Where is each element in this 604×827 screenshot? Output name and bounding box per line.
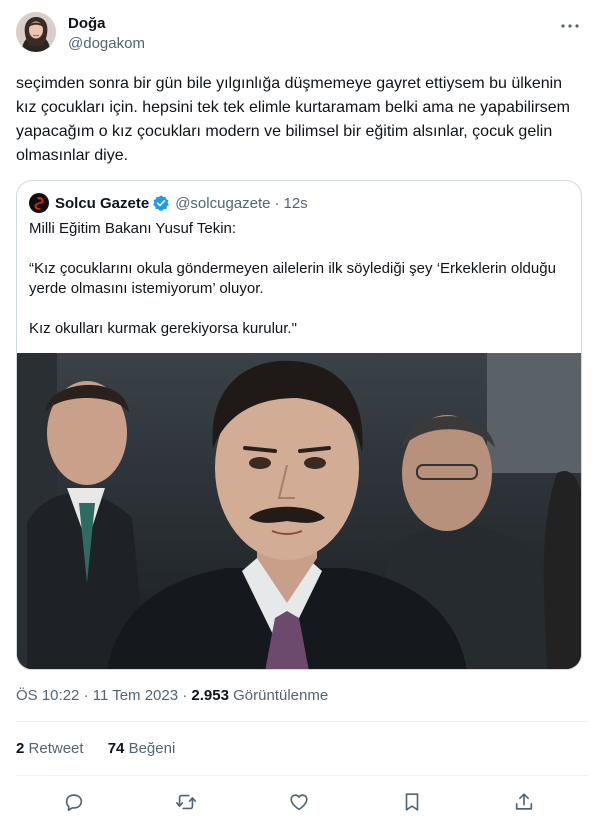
views-count: 2.953 [191, 687, 229, 704]
bookmark-icon[interactable] [400, 790, 424, 814]
reply-icon[interactable] [62, 790, 86, 814]
likes-label: Beğeni [128, 740, 176, 757]
display-name[interactable]: Doğa [68, 14, 145, 34]
retweets-count: 2 [16, 740, 25, 757]
user-info: Doğa @dogakom [68, 14, 145, 54]
avatar[interactable] [16, 12, 56, 52]
solcu-gazete-logo [29, 193, 49, 213]
tweet-header: Doğa @dogakom [16, 12, 588, 56]
tweet-time[interactable]: ÖS 10:22 [16, 687, 79, 704]
quote-line: Kız okulları kurmak gerekiyorsa kurulur.… [29, 320, 297, 337]
like-icon[interactable] [287, 790, 311, 814]
divider [16, 775, 588, 776]
user-handle[interactable]: @dogakom [68, 34, 145, 54]
share-icon[interactable] [512, 790, 536, 814]
verified-badge-icon [152, 194, 170, 212]
tweet-text: seçimden sonra bir gün bile yılgınlığa d… [16, 75, 570, 164]
views-label: Görüntülenme [233, 687, 329, 704]
quote-header: Solcu Gazete @solcugazete · 12s [29, 193, 308, 213]
separator-dot: · [182, 687, 188, 704]
quoted-tweet[interactable]: Solcu Gazete @solcugazete · 12s Milli Eğ… [16, 180, 582, 670]
retweet-icon[interactable] [174, 790, 198, 814]
quote-line: “Kız çocuklarını okula göndermeyen ailel… [29, 260, 556, 297]
tweet-meta: ÖS 10:22 · 11 Tem 2023 · 2.953 Görüntüle… [16, 686, 328, 706]
retweets-label: Retweet [28, 740, 84, 757]
quote-text: Milli Eğitim Bakanı Yusuf Tekin: “Kız ço… [29, 219, 569, 339]
divider [16, 721, 588, 722]
separator-dot: · [83, 687, 89, 704]
likes-count: 74 [107, 740, 125, 757]
quote-line: Milli Eğitim Bakanı Yusuf Tekin: [29, 220, 237, 237]
engagement-stats: 2 Retweet 74 Beğeni [16, 739, 195, 759]
retweets-stat[interactable]: 2 Retweet [16, 740, 84, 757]
quote-timestamp[interactable]: 12s [283, 195, 307, 212]
quote-media-photo[interactable] [17, 353, 581, 669]
separator-dot: · [274, 194, 280, 212]
quote-author-handle[interactable]: @solcugazete [175, 195, 270, 212]
quote-author-name[interactable]: Solcu Gazete [55, 195, 149, 212]
more-icon[interactable] [558, 16, 582, 36]
tweet-date[interactable]: 11 Tem 2023 [93, 687, 178, 704]
likes-stat[interactable]: 74 Beğeni [108, 740, 176, 757]
action-bar [16, 786, 588, 818]
